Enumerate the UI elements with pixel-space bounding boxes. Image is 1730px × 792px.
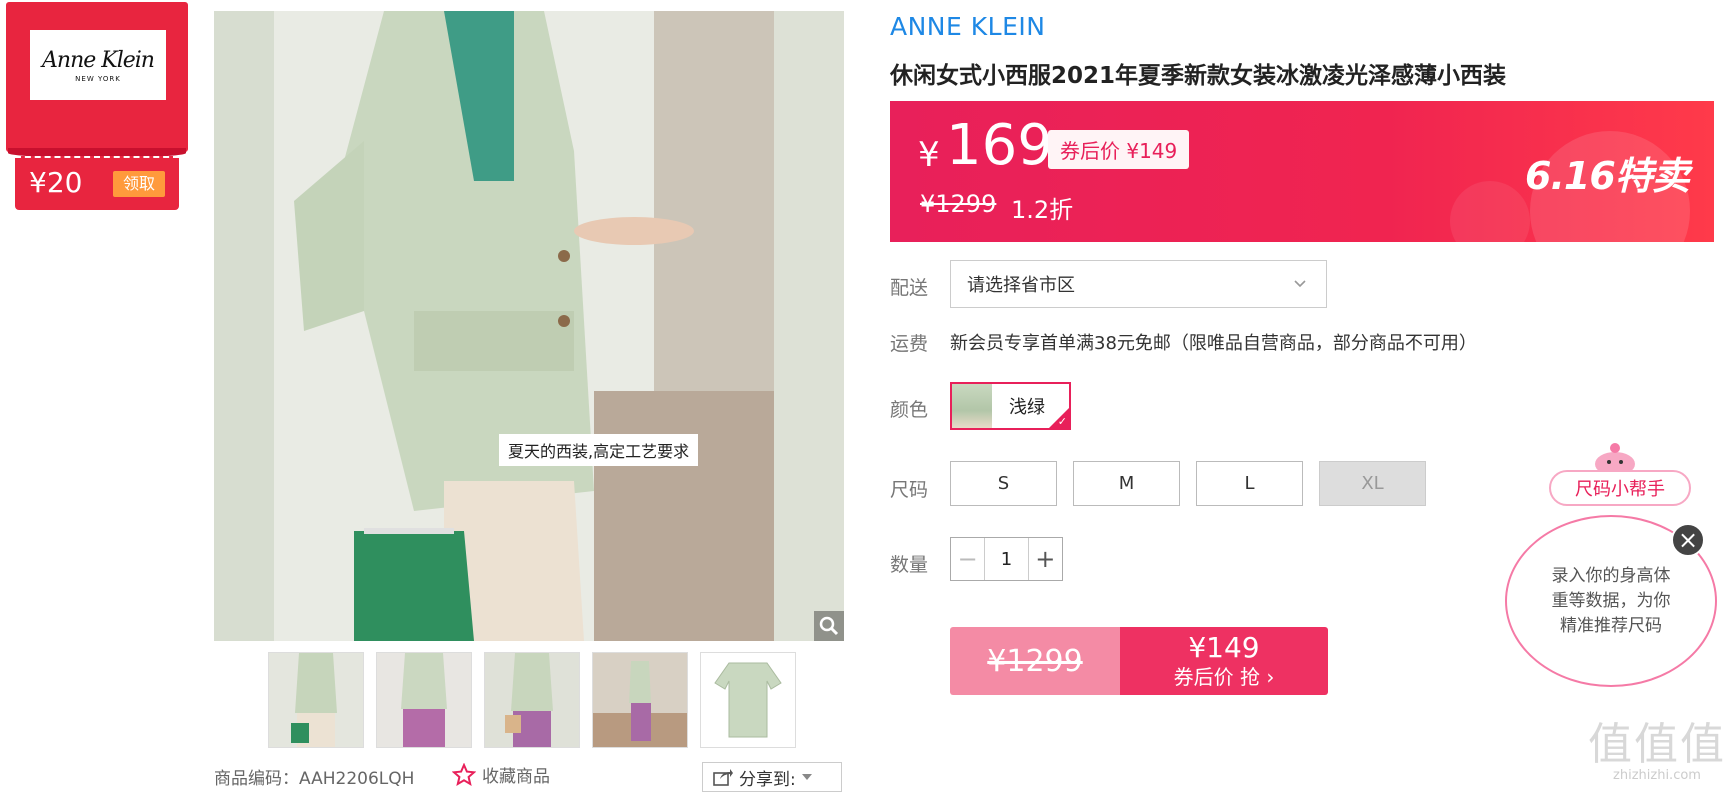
star-icon bbox=[452, 762, 476, 786]
size-helper-line: 精准推荐尺码 bbox=[1560, 615, 1662, 636]
product-photo bbox=[214, 11, 844, 641]
coupon-amount: ¥20 bbox=[29, 166, 83, 199]
shipping-fee-text: 新会员专享首单满38元免邮（限唯品自营商品，部分商品不可用） bbox=[950, 333, 1477, 354]
quantity-label: 数量 bbox=[890, 554, 929, 576]
thumbnail[interactable] bbox=[592, 652, 688, 748]
brand-logo: Anne Klein NEW YORK bbox=[30, 30, 166, 100]
increment-button[interactable]: + bbox=[1029, 538, 1062, 580]
buy-action-label: 券后价 抢 › bbox=[1173, 665, 1275, 689]
quantity-stepper: − 1 + bbox=[950, 537, 1063, 581]
color-swatch bbox=[952, 384, 992, 428]
quantity-input[interactable]: 1 bbox=[984, 538, 1029, 580]
site-watermark: 值值值 zhizhizhi.com bbox=[1584, 708, 1730, 783]
size-option-m[interactable]: M bbox=[1073, 461, 1180, 506]
close-icon[interactable]: × bbox=[1671, 523, 1705, 557]
size-helper-title[interactable]: 尺码小帮手 bbox=[1549, 470, 1691, 506]
caret-down-icon bbox=[801, 774, 812, 780]
event-badge: 6.16特卖 bbox=[1525, 154, 1690, 198]
shipping-label: 配送 bbox=[890, 277, 929, 299]
brand-name[interactable]: ANNE KLEIN bbox=[890, 12, 1045, 41]
share-dropdown[interactable]: 分享到: bbox=[702, 762, 842, 792]
buy-button[interactable]: ¥1299 ¥149 券后价 抢 › bbox=[950, 627, 1328, 695]
zoom-button[interactable] bbox=[814, 611, 844, 641]
region-select[interactable]: 请选择省市区 bbox=[950, 260, 1327, 308]
share-label: 分享到: bbox=[739, 769, 796, 790]
watermark-logo: 值值值 bbox=[1588, 719, 1726, 770]
size-helper-line: 重等数据，为你 bbox=[1551, 590, 1671, 611]
region-select-value: 请选择省市区 bbox=[967, 275, 1075, 296]
price-banner: ¥ 169 券后价 ¥149 ¥1299 1.2折 6.16特卖 bbox=[890, 101, 1714, 242]
size-option-s[interactable]: S bbox=[950, 461, 1057, 506]
logo-script-text: Anne Klein bbox=[42, 47, 155, 73]
size-label: 尺码 bbox=[890, 479, 929, 501]
decrement-button[interactable]: − bbox=[951, 538, 984, 580]
color-label: 颜色 bbox=[890, 399, 929, 421]
thumbnail-photo bbox=[485, 653, 579, 747]
coupon-footer: ¥20 领取 bbox=[15, 156, 179, 210]
magnifier-icon bbox=[819, 616, 839, 636]
size-helper-line: 录入你的身高体 bbox=[1551, 565, 1671, 586]
buy-now-section[interactable]: ¥149 券后价 抢 › bbox=[1120, 627, 1328, 695]
after-coupon-price-badge: 券后价 ¥149 bbox=[1048, 130, 1190, 169]
image-caption: 夏天的西装,高定工艺要求 bbox=[499, 434, 699, 466]
buy-original-price: ¥1299 bbox=[950, 627, 1120, 695]
thumbnail[interactable] bbox=[700, 652, 796, 748]
favorite-label: 收藏商品 bbox=[482, 767, 550, 787]
thumbnail-photo bbox=[269, 653, 363, 747]
thumbnail-photo bbox=[593, 653, 687, 747]
product-sku: 商品编码：AAH2206LQH bbox=[214, 769, 415, 789]
favorite-button[interactable]: 收藏商品 bbox=[452, 762, 550, 787]
original-price: ¥1299 bbox=[920, 190, 997, 218]
mascot-icon bbox=[1595, 443, 1635, 474]
share-icon bbox=[713, 769, 733, 786]
size-option-l[interactable]: L bbox=[1196, 461, 1303, 506]
shipping-fee-label: 运费 bbox=[890, 333, 929, 355]
banner-decoration bbox=[1450, 181, 1530, 242]
thumbnail[interactable] bbox=[376, 652, 472, 748]
thumbnail-photo bbox=[701, 653, 795, 747]
color-option-label: 浅绿 bbox=[1009, 397, 1045, 418]
thumbnail-strip bbox=[268, 652, 796, 748]
thumbnail[interactable] bbox=[268, 652, 364, 748]
check-icon: ✓ bbox=[1057, 415, 1067, 428]
thumbnail[interactable] bbox=[484, 652, 580, 748]
shop-coupon[interactable]: Anne Klein NEW YORK ¥20 领取 bbox=[6, 2, 188, 210]
product-title: 休闲女式小西服2021年夏季新款女装冰激凌光泽感薄小西装 bbox=[890, 63, 1507, 89]
color-option-selected[interactable]: 浅绿 ✓ bbox=[950, 382, 1071, 430]
claim-coupon-button[interactable]: 领取 bbox=[113, 171, 165, 197]
size-option-xl[interactable]: XL bbox=[1319, 461, 1426, 506]
current-price: 169 bbox=[946, 113, 1053, 178]
thumbnail-photo bbox=[377, 653, 471, 747]
price-currency: ¥ bbox=[918, 135, 940, 175]
chevron-down-icon bbox=[1294, 280, 1306, 288]
buy-price: ¥149 bbox=[1188, 631, 1260, 664]
discount-rate: 1.2折 bbox=[1011, 196, 1074, 224]
coupon-header: Anne Klein NEW YORK bbox=[6, 2, 188, 158]
main-product-image[interactable]: 夏天的西装,高定工艺要求 bbox=[214, 11, 844, 641]
logo-subtext: NEW YORK bbox=[75, 74, 121, 83]
